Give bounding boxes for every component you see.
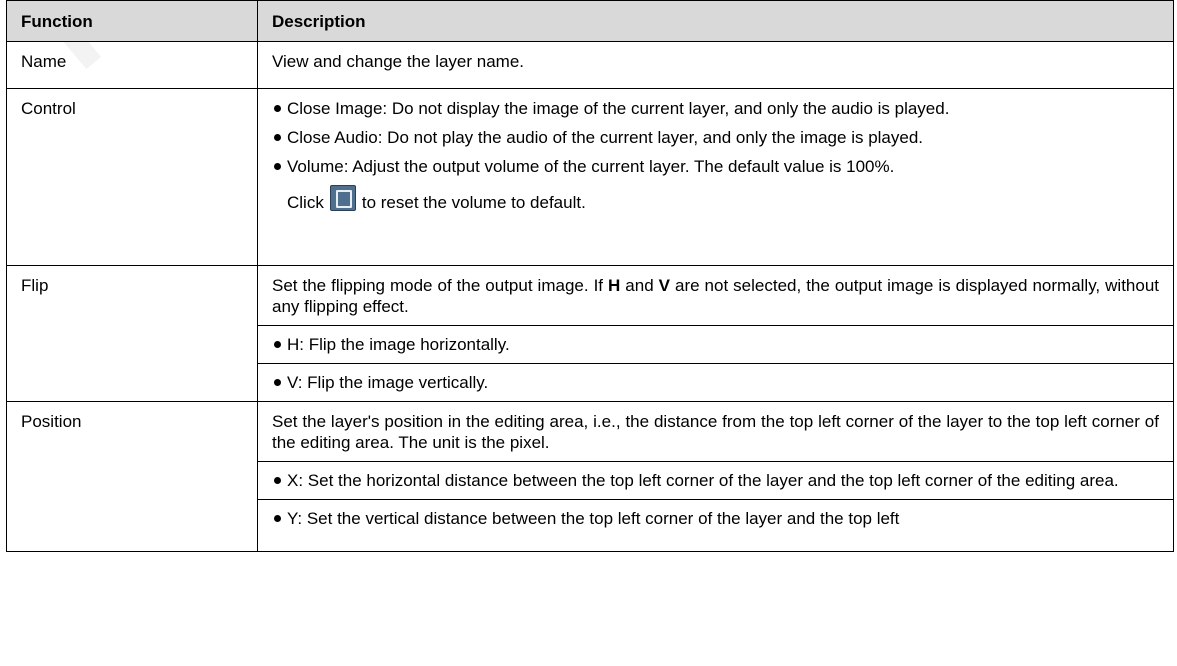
list-item-close-audio: Close Audio: Do not play the audio of th…: [272, 127, 1159, 148]
function-description-table: Function Description Name View and chang…: [6, 0, 1174, 552]
reset-icon: [329, 185, 356, 211]
divider: [258, 499, 1173, 500]
table-header-row: Function Description: [6, 0, 1174, 42]
description-cell-flip: Set the flipping mode of the output imag…: [257, 265, 1174, 402]
flip-v-text: V: Flip the image vertically.: [287, 373, 489, 392]
name-description: View and change the layer name.: [272, 52, 525, 71]
bullet-icon: [274, 163, 281, 170]
bullet-icon: [274, 134, 281, 141]
close-audio-text: Close Audio: Do not play the audio of th…: [287, 128, 924, 147]
list-item-flip-h: H: Flip the image horizontally.: [272, 334, 1159, 355]
table-row-flip: Flip Set the flipping mode of the output…: [6, 265, 1174, 402]
volume-text: Volume: Adjust the output volume of the …: [287, 157, 895, 176]
bullet-icon: [274, 515, 281, 522]
reset-volume-instruction: Click to reset the volume to default.: [272, 185, 1159, 213]
description-cell-position: Set the layer's position in the editing …: [257, 401, 1174, 552]
flip-h-text: H: Flip the image horizontally.: [287, 335, 510, 354]
divider: [258, 363, 1173, 364]
close-image-text: Close Image: Do not display the image of…: [287, 99, 950, 118]
divider: [258, 461, 1173, 462]
table-row-position: Position Set the layer's position in the…: [6, 401, 1174, 552]
list-item-position-y: Y: Set the vertical distance between the…: [272, 508, 1159, 529]
divider: [258, 325, 1173, 326]
position-y-text: Y: Set the vertical distance between the…: [287, 509, 900, 528]
list-item-flip-v: V: Flip the image vertically.: [272, 372, 1159, 393]
click-prefix-text: Click: [287, 193, 324, 212]
list-item-close-image: Close Image: Do not display the image of…: [272, 98, 1159, 119]
bullet-icon: [274, 105, 281, 112]
click-suffix-text: to reset the volume to default.: [361, 193, 586, 212]
list-item-volume: Volume: Adjust the output volume of the …: [272, 156, 1159, 177]
function-cell-position: Position: [6, 401, 258, 552]
bullet-icon: [274, 341, 281, 348]
function-cell-flip: Flip: [6, 265, 258, 402]
header-description: Description: [257, 0, 1174, 42]
description-cell-control: Close Image: Do not display the image of…: [257, 88, 1174, 266]
table-row-control: Control Close Image: Do not display the …: [6, 88, 1174, 266]
list-item-position-x: X: Set the horizontal distance between t…: [272, 470, 1159, 491]
header-function: Function: [6, 0, 258, 42]
function-cell-name: Name: [6, 41, 258, 89]
position-intro: Set the layer's position in the editing …: [272, 412, 1159, 452]
bullet-icon: [274, 477, 281, 484]
description-cell-name: View and change the layer name.: [257, 41, 1174, 89]
flip-intro: Set the flipping mode of the output imag…: [272, 276, 1160, 316]
table-row-name: Name View and change the layer name.: [6, 41, 1174, 89]
function-cell-control: Control: [6, 88, 258, 266]
position-x-text: X: Set the horizontal distance between t…: [287, 471, 1119, 490]
bullet-icon: [274, 379, 281, 386]
